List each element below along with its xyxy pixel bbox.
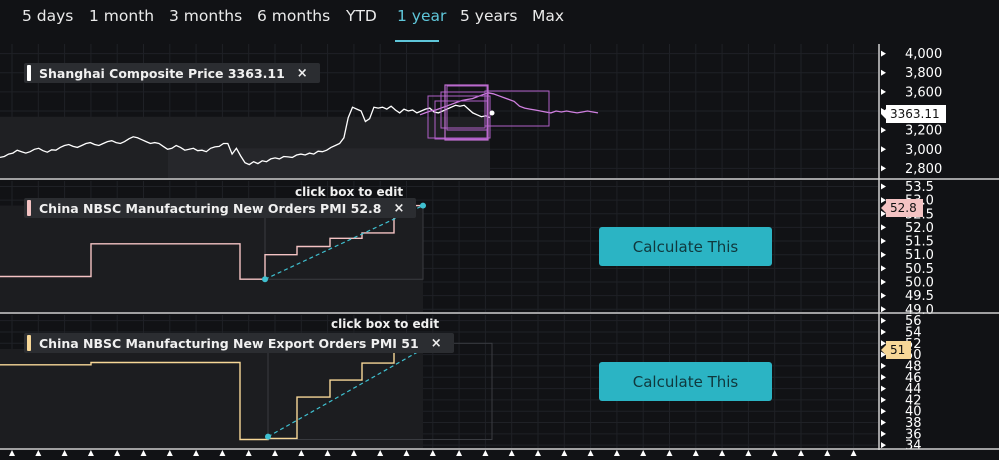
x-tick-icon [824, 450, 831, 456]
x-tick-icon [272, 450, 278, 456]
export-orders-swatch [27, 335, 31, 351]
new-orders-trend-start [262, 276, 268, 283]
x-tick-icon [114, 450, 121, 456]
price-legend-close-icon[interactable]: × [297, 66, 308, 81]
export-orders-last-value: 51 [890, 343, 906, 357]
x-tick-icon [692, 450, 699, 456]
price-last-value: 3363.11 [890, 107, 940, 121]
tick-arrow-icon [881, 408, 886, 415]
x-tick-icon [193, 450, 200, 456]
x-tick-icon [87, 450, 94, 456]
tick-arrow-icon [881, 396, 886, 403]
export-orders-legend-label: China NBSC Manufacturing New Export Orde… [39, 335, 419, 351]
new-orders-last-value-tag: 52.8 [886, 199, 923, 217]
x-tick-icon [298, 450, 305, 456]
tick-arrow-icon [881, 385, 886, 392]
tick-arrow-icon [881, 419, 886, 426]
x-tick-icon [350, 450, 357, 456]
y-tick-label: 34 [905, 439, 922, 454]
tick-arrow-icon [881, 146, 886, 153]
x-tick-icon [613, 450, 620, 456]
x-tick-icon [850, 450, 857, 456]
x-tick-icon [377, 450, 384, 456]
x-tick-icon [508, 450, 515, 456]
x-tick-icon [640, 450, 647, 456]
x-tick-icon [561, 450, 568, 456]
x-tick-icon [219, 450, 226, 456]
x-tick-icon [798, 450, 804, 456]
export-orders-edit-hint: click box to edit [331, 317, 440, 331]
cursor-point [489, 110, 495, 116]
export-orders-last-value-tag: 51 [886, 341, 912, 359]
tick-arrow-icon [881, 251, 886, 258]
y-tick-label: 3,000 [905, 143, 942, 158]
export-orders-trend-start [265, 433, 271, 440]
new-orders-edit-hint: click box to edit [295, 185, 404, 199]
tick-arrow-icon [881, 278, 886, 285]
new-orders-legend-label: China NBSC Manufacturing New Orders PMI … [39, 200, 382, 216]
tick-arrow-icon [881, 362, 886, 369]
price-legend-label: Shanghai Composite Price 3363.11 [39, 65, 285, 81]
x-tick-icon [166, 450, 173, 456]
x-tick-icon [745, 450, 752, 456]
x-tick-icon [666, 450, 673, 456]
new-orders-swatch [27, 200, 31, 216]
new-orders-calculate-button[interactable]: Calculate This [599, 227, 772, 266]
price-legend[interactable]: Shanghai Composite Price 3363.11 × [24, 63, 320, 83]
tick-arrow-icon [881, 88, 886, 95]
y-tick-label: 3,200 [905, 124, 942, 139]
export-orders-shaded [0, 348, 423, 448]
x-tick-icon [245, 450, 252, 456]
x-tick-icon [456, 450, 463, 456]
tick-arrow-icon [881, 374, 886, 381]
x-tick-icon [587, 450, 594, 456]
drawing-box [484, 90, 550, 127]
x-tick-icon [61, 450, 68, 456]
new-orders-legend-close-icon[interactable]: × [394, 201, 405, 216]
price-shaded-region-2 [168, 148, 490, 178]
new-orders-trend-end [420, 202, 426, 209]
x-tick-icon [324, 450, 331, 456]
tick-arrow-icon [881, 442, 886, 449]
tick-arrow-icon [881, 224, 886, 231]
x-tick-icon [771, 450, 778, 456]
tick-arrow-icon [881, 238, 886, 245]
x-tick-icon [429, 450, 436, 456]
tick-arrow-icon [881, 183, 886, 190]
y-tick-label: 4,000 [905, 47, 942, 62]
tick-arrow-icon [881, 265, 886, 272]
tick-arrow-icon [881, 328, 886, 335]
x-tick-icon [719, 450, 726, 456]
y-tick-label: 2,800 [905, 162, 942, 177]
price-swatch [27, 65, 31, 81]
x-tick-icon [35, 450, 42, 456]
export-orders-legend-close-icon[interactable]: × [431, 336, 442, 351]
new-orders-last-value: 52.8 [890, 201, 917, 215]
x-tick-icon [403, 450, 410, 456]
x-tick-icon [535, 450, 541, 456]
tick-arrow-icon [881, 69, 886, 76]
new-orders-legend[interactable]: China NBSC Manufacturing New Orders PMI … [24, 198, 417, 218]
tick-arrow-icon [881, 430, 886, 437]
y-tick-label: 3,600 [905, 85, 942, 100]
y-tick-label: 3,800 [905, 66, 942, 81]
x-tick-icon [9, 450, 15, 456]
export-orders-calculate-button[interactable]: Calculate This [599, 362, 772, 401]
tick-arrow-icon [881, 317, 886, 324]
price-last-value-tag: 3363.11 [886, 105, 946, 123]
x-tick-icon [482, 450, 489, 456]
tick-arrow-icon [881, 50, 886, 57]
new-orders-shaded [0, 205, 423, 312]
tick-arrow-icon [881, 165, 886, 172]
tick-arrow-icon [881, 306, 886, 313]
tick-arrow-icon [881, 127, 886, 134]
export-orders-legend[interactable]: China NBSC Manufacturing New Export Orde… [24, 333, 454, 353]
x-tick-icon [140, 450, 147, 456]
tick-arrow-icon [881, 292, 886, 299]
